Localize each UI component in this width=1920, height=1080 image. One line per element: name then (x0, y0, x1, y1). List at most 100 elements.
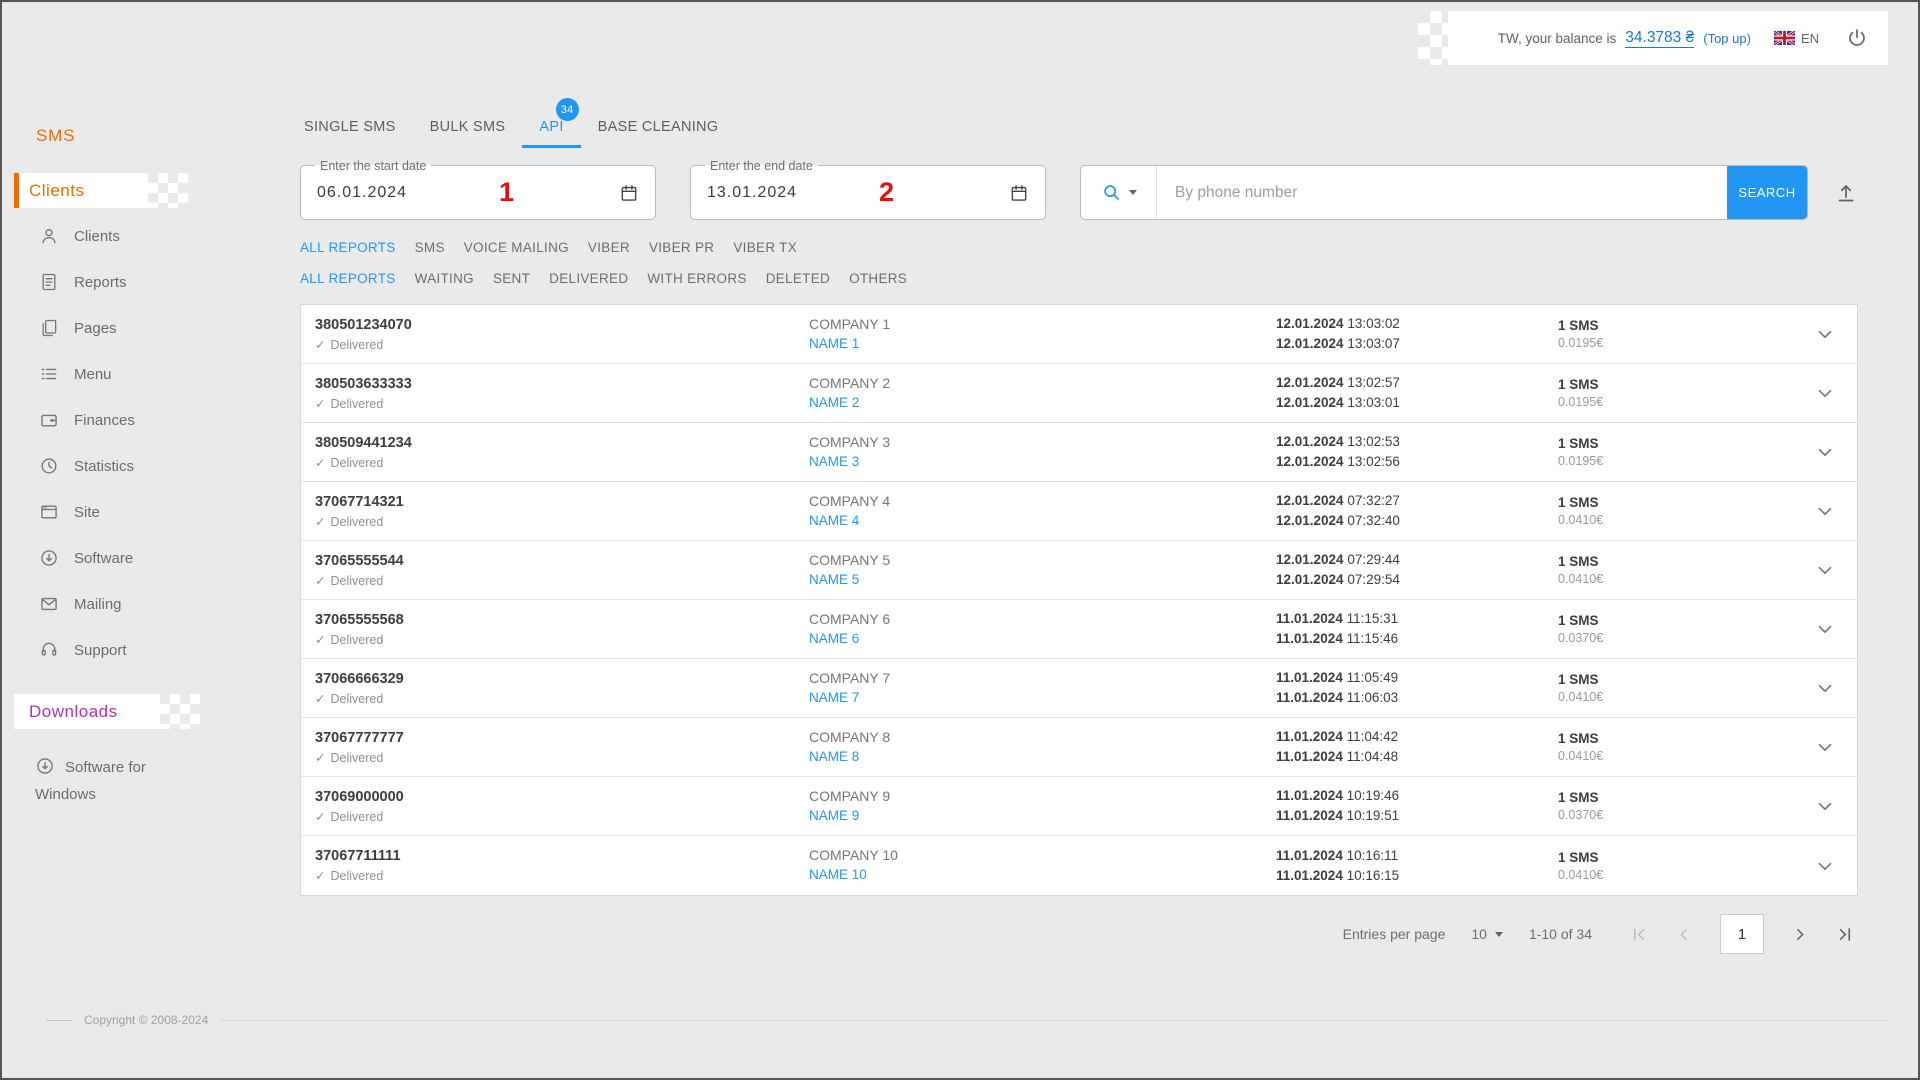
filter-status-with-errors[interactable]: WITH ERRORS (647, 271, 746, 286)
filter-viber[interactable]: VIBER (588, 240, 630, 255)
end-date-value[interactable]: 13.01.2024 (707, 184, 797, 202)
phone-number: 37066666329 (315, 670, 404, 687)
filter-status-others[interactable]: OTHERS (849, 271, 907, 286)
sidebar-item-finances[interactable]: Finances (2, 397, 264, 443)
sidebar-item-menu[interactable]: Menu (2, 351, 264, 397)
calendar-icon[interactable] (619, 183, 639, 203)
company-column: COMPANY 8 NAME 8 (809, 729, 1276, 766)
expand-row-button[interactable] (1807, 441, 1843, 463)
filter-status-delivered[interactable]: DELIVERED (549, 271, 628, 286)
sender-name-link[interactable]: NAME 1 (809, 336, 859, 351)
report-row[interactable]: 37067777777 ✓ Delivered COMPANY 8 NAME 8 … (301, 718, 1857, 777)
report-row[interactable]: 37069000000 ✓ Delivered COMPANY 9 NAME 9 … (301, 777, 1857, 836)
expand-row-button[interactable] (1807, 795, 1843, 817)
check-icon: ✓ (315, 337, 326, 352)
filter-voice-mailing[interactable]: VOICE MAILING (464, 240, 569, 255)
tab-api[interactable]: API 34 (522, 98, 581, 148)
sender-name-link[interactable]: NAME 6 (809, 631, 859, 646)
start-date-field[interactable]: Enter the start date 06.01.2024 1 (300, 158, 656, 220)
expand-row-button[interactable] (1807, 559, 1843, 581)
phone-column: 37065555544 ✓ Delivered (315, 553, 809, 588)
filter-status-deleted[interactable]: DELETED (766, 271, 830, 286)
first-page-button[interactable] (1630, 925, 1649, 944)
expand-row-button[interactable] (1807, 323, 1843, 345)
calendar-icon[interactable] (1009, 183, 1029, 203)
start-date-value[interactable]: 06.01.2024 (317, 184, 407, 202)
copyright-text: Copyright © 2008-2024 (84, 1013, 209, 1027)
next-page-button[interactable] (1790, 925, 1809, 944)
search-input[interactable] (1157, 166, 1727, 219)
search-button[interactable]: SEARCH (1727, 166, 1807, 219)
filter-sms[interactable]: SMS (415, 240, 445, 255)
expand-row-button[interactable] (1807, 500, 1843, 522)
report-icon (42, 273, 56, 291)
report-row[interactable]: 37067711111 ✓ Delivered COMPANY 10 NAME 1… (301, 836, 1857, 895)
chevron-down-icon (1818, 448, 1832, 457)
tab-single-sms[interactable]: SINGLE SMS (287, 100, 413, 148)
report-row[interactable]: 380501234070 ✓ Delivered COMPANY 1 NAME 1… (301, 305, 1857, 364)
sidebar-section-downloads[interactable]: Downloads (14, 694, 200, 729)
expand-row-button[interactable] (1807, 855, 1843, 877)
sender-name-link[interactable]: NAME 2 (809, 395, 859, 410)
expand-row-button[interactable] (1807, 736, 1843, 758)
sender-name-link[interactable]: NAME 7 (809, 690, 859, 705)
previous-page-button[interactable] (1675, 925, 1694, 944)
expand-row-button[interactable] (1807, 382, 1843, 404)
filter-status-all[interactable]: ALL REPORTS (300, 271, 396, 286)
sender-name-link[interactable]: NAME 5 (809, 572, 859, 587)
sender-name-link[interactable]: NAME 3 (809, 454, 859, 469)
sender-name-link[interactable]: NAME 9 (809, 808, 859, 823)
sidebar-section-sms[interactable]: SMS (36, 126, 75, 146)
chevron-down-icon (1818, 743, 1832, 752)
sidebar-item-clients[interactable]: Clients (2, 213, 264, 259)
delivery-status: ✓ Delivered (315, 632, 384, 647)
filter-status-waiting[interactable]: WAITING (415, 271, 474, 286)
sidebar-item-pages[interactable]: Pages (2, 305, 264, 351)
topup-link[interactable]: (Top up) (1703, 31, 1751, 46)
entries-per-page-dropdown[interactable]: 10 (1471, 926, 1503, 942)
current-page-input[interactable]: 1 (1720, 914, 1764, 954)
sms-price: 0.0410€ (1558, 867, 1604, 882)
sender-name-link[interactable]: NAME 8 (809, 749, 859, 764)
sidebar-item-statistics[interactable]: Statistics (2, 443, 264, 489)
report-row[interactable]: 37066666329 ✓ Delivered COMPANY 7 NAME 7 … (301, 659, 1857, 718)
end-date-field[interactable]: Enter the end date 13.01.2024 2 (690, 158, 1046, 220)
sidebar-item-mailing[interactable]: Mailing (2, 581, 264, 627)
timestamps: 11.01.2024 10:19:46 11.01.2024 10:19:51 (1276, 788, 1400, 823)
tab-base-cleaning[interactable]: BASE CLEANING (581, 100, 736, 148)
sender-name-link[interactable]: NAME 4 (809, 513, 859, 528)
last-page-button[interactable] (1835, 925, 1854, 944)
phone-number: 37067711111 (315, 848, 401, 864)
filter-viber-tx[interactable]: VIBER TX (733, 240, 797, 255)
sidebar-section-clients[interactable]: Clients (14, 173, 188, 208)
balance-amount-link[interactable]: 34.3783 ₴ (1625, 29, 1695, 48)
sidebar-item-reports[interactable]: Reports (2, 259, 264, 305)
sidebar-item-software[interactable]: Software (2, 535, 264, 581)
report-row[interactable]: 380509441234 ✓ Delivered COMPANY 3 NAME 3… (301, 423, 1857, 482)
export-button[interactable] (1834, 181, 1858, 205)
sidebar-item-software-for-windows[interactable]: Software for Windows (35, 754, 195, 808)
search-type-dropdown[interactable] (1081, 166, 1157, 219)
tab-bulk-sms[interactable]: BULK SMS (413, 100, 523, 148)
check-icon: ✓ (315, 809, 326, 824)
expand-row-button[interactable] (1807, 618, 1843, 640)
filter-viber-pr[interactable]: VIBER PR (649, 240, 714, 255)
api-count-badge: 34 (555, 98, 579, 121)
expand-row-button[interactable] (1807, 677, 1843, 699)
filter-status-sent[interactable]: SENT (493, 271, 530, 286)
sidebar-item-support[interactable]: Support (2, 627, 264, 673)
sms-column: 1 SMS 0.0410€ (1461, 495, 1807, 527)
sms-column: 1 SMS 0.0370€ (1461, 613, 1807, 645)
report-row[interactable]: 37065555568 ✓ Delivered COMPANY 6 NAME 6 … (301, 600, 1857, 659)
sidebar-item-site[interactable]: Site (2, 489, 264, 535)
delivery-status: ✓ Delivered (315, 750, 384, 765)
company-column: COMPANY 1 NAME 1 (809, 316, 1276, 353)
check-icon: ✓ (315, 750, 326, 765)
filter-all-reports[interactable]: ALL REPORTS (300, 240, 396, 255)
language-selector[interactable]: EN (1773, 31, 1819, 46)
report-row[interactable]: 37067714321 ✓ Delivered COMPANY 4 NAME 4 … (301, 482, 1857, 541)
sender-name-link[interactable]: NAME 10 (809, 867, 867, 882)
logout-button[interactable] (1846, 27, 1868, 49)
report-row[interactable]: 380503633333 ✓ Delivered COMPANY 2 NAME 2… (301, 364, 1857, 423)
report-row[interactable]: 37065555544 ✓ Delivered COMPANY 5 NAME 5 … (301, 541, 1857, 600)
